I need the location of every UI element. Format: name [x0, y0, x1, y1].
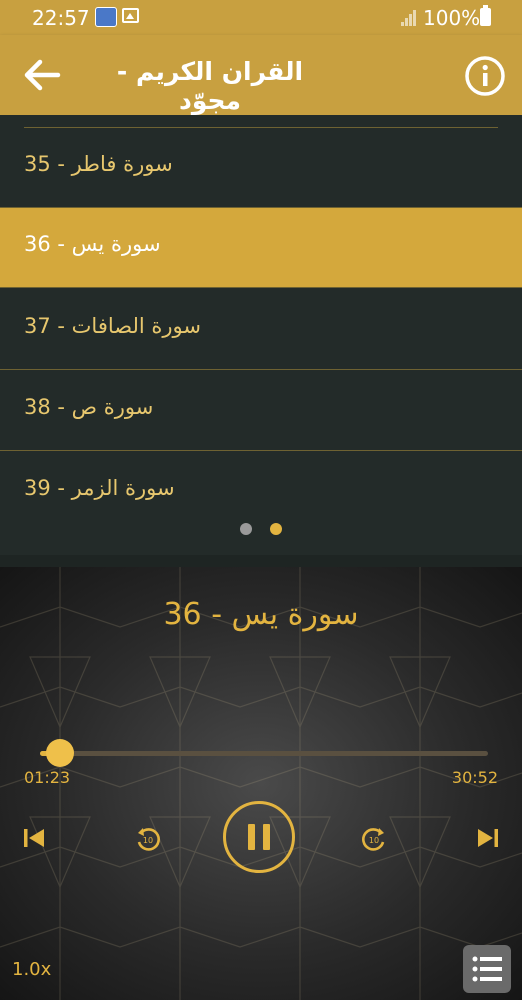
- replay-10-icon: 10: [137, 828, 160, 851]
- page-indicator: [0, 520, 522, 540]
- back-button[interactable]: [20, 53, 64, 97]
- seek-bar[interactable]: [40, 751, 488, 756]
- image-notification-icon: [122, 8, 139, 23]
- previous-button[interactable]: [22, 826, 46, 850]
- info-button[interactable]: [464, 55, 506, 97]
- rewind-button[interactable]: 10: [134, 825, 162, 853]
- page-title: القران الكريم - مجوّد: [116, 57, 304, 115]
- list-item[interactable]: سورة الصافات - 37: [0, 290, 522, 370]
- total-time: 30:52: [451, 768, 498, 787]
- now-playing-title: سورة يس - 36: [163, 597, 359, 632]
- rewind-seconds: 10: [143, 836, 153, 845]
- app-bar: القران الكريم - مجوّد: [0, 35, 522, 115]
- forward-seconds: 10: [369, 836, 379, 845]
- list-item-label: سورة فاطر - 35: [24, 152, 173, 176]
- info-icon: [465, 56, 505, 96]
- page-dot-2[interactable]: [270, 523, 282, 535]
- list-icon: [472, 956, 502, 982]
- current-time: 01:23: [24, 768, 71, 787]
- list-item[interactable]: سورة فاطر - 35: [0, 128, 522, 208]
- battery-icon: [480, 5, 491, 26]
- battery-percent: 100%: [423, 6, 481, 30]
- page-dot-1[interactable]: [240, 523, 252, 535]
- playlist-button[interactable]: [463, 945, 511, 993]
- seek-bar-thumb[interactable]: [46, 739, 75, 767]
- status-bar: 22:57 100%: [0, 0, 522, 35]
- app-notification-icon: [95, 7, 117, 27]
- list-item-label: سورة الزمر - 39: [24, 476, 175, 500]
- surah-list[interactable]: سورة فاطر - 35 سورة يس - 36 سورة الصافات…: [0, 115, 522, 555]
- signal-icon: [401, 10, 417, 26]
- next-button[interactable]: [476, 826, 500, 850]
- list-item-selected[interactable]: سورة يس - 36: [0, 208, 522, 288]
- pause-button[interactable]: [223, 801, 295, 873]
- pause-icon: [248, 824, 270, 850]
- arrow-back-icon: [24, 59, 61, 91]
- forward-10-icon: 10: [362, 828, 385, 851]
- audio-player: سورة يس - 36 01:23 30:52 10 10 1.0x: [0, 567, 522, 1000]
- skip-previous-icon: [24, 829, 44, 847]
- status-time: 22:57: [32, 6, 90, 30]
- list-item[interactable]: سورة ص - 38: [0, 371, 522, 451]
- skip-next-icon: [478, 829, 498, 847]
- list-item-label: سورة ص - 38: [24, 395, 154, 419]
- list-item-label: سورة يس - 36: [24, 232, 161, 256]
- playback-speed[interactable]: 1.0x: [12, 959, 51, 980]
- forward-button[interactable]: 10: [360, 825, 388, 853]
- list-item-label: سورة الصافات - 37: [24, 314, 201, 338]
